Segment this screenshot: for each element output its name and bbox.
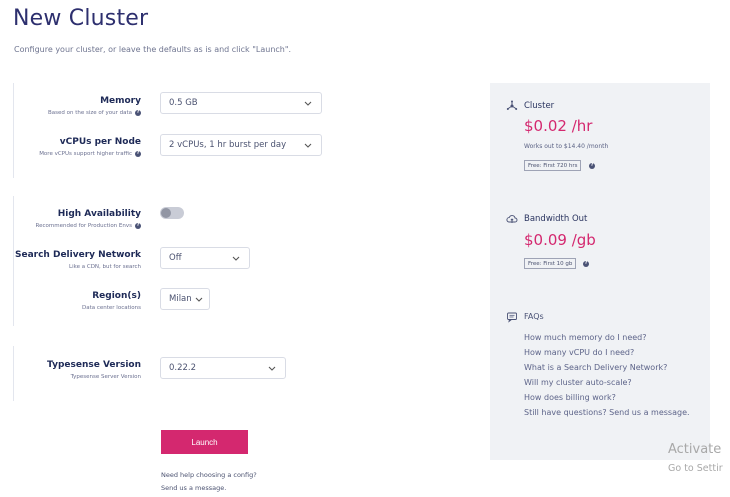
send-message-link[interactable]: Send us a message. [161, 484, 226, 492]
ha-hint: Recommended for Production Envs? [35, 223, 141, 229]
help-icon[interactable]: ? [135, 110, 141, 116]
cluster-free-badge: Free: First 720 hrs [524, 160, 582, 171]
bandwidth-price: $0.09 /gb [524, 231, 596, 249]
chevron-down-icon [268, 366, 276, 371]
region-label: Region(s) [92, 291, 141, 301]
cloud-upload-icon [506, 215, 518, 223]
help-icon[interactable]: ? [135, 223, 141, 229]
help-icon[interactable]: ? [135, 151, 141, 157]
section-divider [13, 346, 14, 401]
activate-watermark: Activate [668, 442, 722, 457]
section-divider [13, 83, 14, 178]
chevron-down-icon [232, 256, 240, 261]
ha-label: High Availability [57, 209, 141, 219]
launch-button[interactable]: Launch [161, 430, 248, 454]
chevron-down-icon [195, 297, 203, 302]
vcpus-select[interactable]: 2 vCPUs, 1 hr burst per day [160, 134, 322, 156]
ha-toggle[interactable] [160, 207, 184, 219]
faqs-title: FAQs [524, 312, 544, 321]
toggle-knob [161, 208, 171, 218]
bandwidth-title: Bandwidth Out [524, 214, 588, 224]
cluster-monthly-note: Works out to $14.40 /month [524, 143, 609, 150]
memory-select[interactable]: 0.5 GB [160, 92, 322, 114]
faq-link[interactable]: What is a Search Delivery Network? [524, 363, 667, 372]
help-icon[interactable]: ? [583, 261, 589, 267]
help-text: Need help choosing a config? [161, 471, 257, 479]
cluster-price: $0.02 /hr [524, 117, 593, 135]
page-title: New Cluster [13, 6, 149, 31]
help-icon[interactable]: ? [589, 163, 595, 169]
version-hint: Typesense Server Version [70, 374, 141, 380]
sdn-select[interactable]: Off [160, 247, 250, 269]
activate-watermark-subtext: Go to Settir [668, 463, 723, 474]
cluster-title: Cluster [524, 101, 555, 111]
memory-select-value: 0.5 GB [169, 98, 198, 108]
version-label: Typesense Version [47, 360, 141, 370]
vcpus-hint: More vCPUs support higher traffic? [39, 151, 141, 157]
region-select-value: Milan [169, 294, 192, 304]
sdn-label: Search Delivery Network [15, 250, 141, 260]
bandwidth-free-badge: Free: First 10 gb [524, 258, 577, 269]
faq-link[interactable]: Will my cluster auto-scale? [524, 378, 632, 387]
sdn-select-value: Off [169, 253, 182, 263]
cluster-icon [506, 100, 518, 110]
memory-hint: Based on the size of your data? [48, 110, 141, 116]
chevron-down-icon [304, 101, 312, 106]
version-select-value: 0.22.2 [169, 363, 197, 373]
vcpus-label: vCPUs per Node [59, 137, 141, 147]
faq-link[interactable]: Still have questions? Send us a message. [524, 408, 690, 417]
faq-link[interactable]: How many vCPU do I need? [524, 348, 634, 357]
region-select[interactable]: Milan [160, 288, 210, 310]
chat-bubble-icon [507, 312, 517, 323]
section-divider [13, 196, 14, 326]
page-subtitle: Configure your cluster, or leave the def… [14, 45, 292, 54]
summary-panel [490, 83, 710, 460]
faq-link[interactable]: How does billing work? [524, 393, 616, 402]
version-select[interactable]: 0.22.2 [160, 357, 286, 379]
region-hint: Data center locations [81, 305, 141, 311]
chevron-down-icon [304, 143, 312, 148]
vcpus-select-value: 2 vCPUs, 1 hr burst per day [169, 140, 287, 150]
sdn-hint: Like a CDN, but for search [69, 264, 141, 270]
memory-label: Memory [100, 96, 141, 106]
faq-link[interactable]: How much memory do I need? [524, 333, 647, 342]
